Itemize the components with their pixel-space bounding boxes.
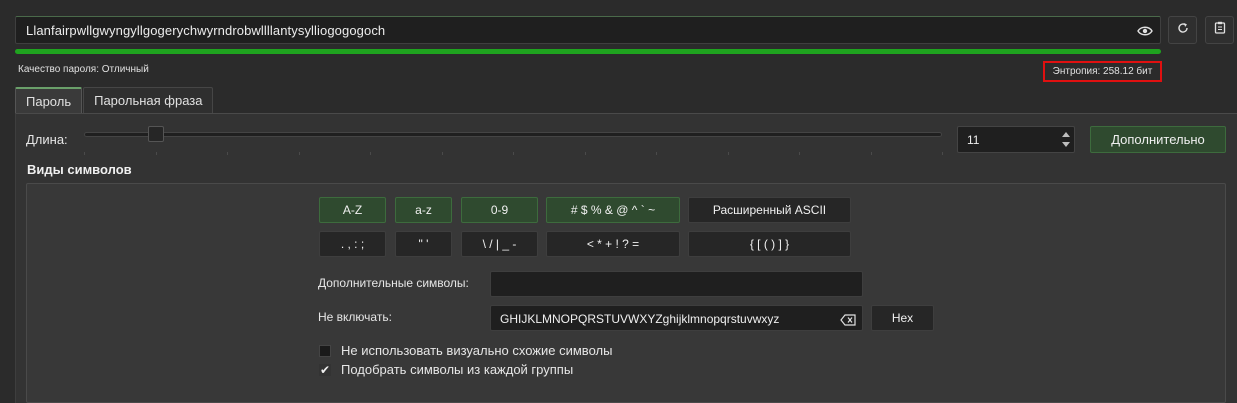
each-group-checkbox[interactable]: ✔ — [319, 364, 331, 376]
slider-tick — [84, 152, 85, 155]
extra-chars-label: Дополнительные символы: — [318, 276, 469, 290]
slider-tick — [441, 152, 443, 155]
tab-passphrase[interactable]: Парольная фраза — [83, 87, 214, 113]
tab-bar: Пароль Парольная фраза — [15, 87, 214, 113]
char-types-title: Виды символов — [27, 162, 132, 177]
password-text: Llanfairpwllgwyngyllgogerychwyrndrobwlll… — [26, 23, 386, 38]
char-upper-button[interactable]: A-Z — [319, 197, 386, 223]
char-punctuation-button[interactable]: . , : ; — [319, 231, 386, 257]
tab-password[interactable]: Пароль — [15, 87, 83, 113]
char-braces-button[interactable]: { [ ( ) ] } — [688, 231, 851, 257]
char-quotes-button[interactable]: " ' — [395, 231, 452, 257]
slider-tick — [155, 152, 157, 155]
exclude-label: Не включать: — [318, 310, 392, 324]
spin-arrows-icon[interactable] — [1060, 129, 1072, 150]
slider-tick — [870, 152, 872, 155]
eye-icon[interactable] — [1137, 24, 1153, 38]
exclude-input[interactable]: GHIJKLMNOPQRSTUVWXYZghijklmnopqrstuvwxyz — [490, 305, 863, 331]
clear-icon[interactable] — [840, 313, 856, 326]
slider-handle[interactable] — [148, 126, 164, 142]
length-spinbox[interactable]: 11 — [957, 126, 1075, 153]
slider-tick — [942, 152, 943, 155]
entropy-label: Энтропия: 258.12 бит — [1043, 61, 1162, 82]
slider-tick — [656, 152, 657, 155]
password-strength-bar — [15, 49, 1161, 54]
password-field[interactable]: Llanfairpwllgwyngyllgogerychwyrndrobwlll… — [15, 16, 1161, 44]
tab-password-label: Пароль — [26, 93, 72, 109]
each-group-label: Подобрать символы из каждой группы — [341, 362, 574, 377]
char-lower-button[interactable]: a-z — [395, 197, 452, 223]
similar-chars-label: Не использовать визуально схожие символы — [341, 343, 613, 358]
password-strength-fill — [15, 49, 1161, 54]
password-quality-label: Качество пароля: Отличный — [18, 64, 149, 75]
slider-tick — [370, 152, 371, 155]
refresh-icon — [1177, 21, 1189, 39]
slider-tick — [584, 152, 586, 155]
char-digits-button[interactable]: 0-9 — [461, 197, 538, 223]
char-dashes-slashes-button[interactable]: \ / | _ - — [461, 231, 538, 257]
copy-button[interactable] — [1205, 16, 1234, 44]
slider-tick — [727, 152, 729, 155]
slider-tick — [513, 152, 514, 155]
entropy-text: Энтропия: 258.12 бит — [1052, 66, 1153, 77]
exclude-value: GHIJKLMNOPQRSTUVWXYZghijklmnopqrstuvwxyz — [500, 312, 780, 326]
length-value: 11 — [967, 133, 980, 147]
slider-tick — [298, 152, 300, 155]
slider-tick — [227, 152, 228, 155]
length-slider[interactable] — [84, 124, 943, 155]
clipboard-icon — [1214, 21, 1226, 39]
hex-button[interactable]: Hex — [871, 305, 934, 331]
similar-chars-checkbox[interactable] — [319, 345, 331, 357]
char-special-button[interactable]: # $ % & @ ^ ` ~ — [546, 197, 680, 223]
char-math-button[interactable]: < * + ! ? = — [546, 231, 680, 257]
extra-chars-input[interactable] — [490, 271, 863, 297]
tab-passphrase-label: Парольная фраза — [94, 93, 203, 108]
each-group-checkmark: ✔ — [319, 363, 331, 377]
regenerate-button[interactable] — [1168, 16, 1197, 44]
length-label: Длина: — [26, 132, 68, 147]
advanced-button[interactable]: Дополнительно — [1090, 126, 1226, 153]
slider-track — [84, 132, 942, 137]
slider-tick — [799, 152, 800, 155]
char-extended-ascii-button[interactable]: Расширенный ASCII — [688, 197, 851, 223]
